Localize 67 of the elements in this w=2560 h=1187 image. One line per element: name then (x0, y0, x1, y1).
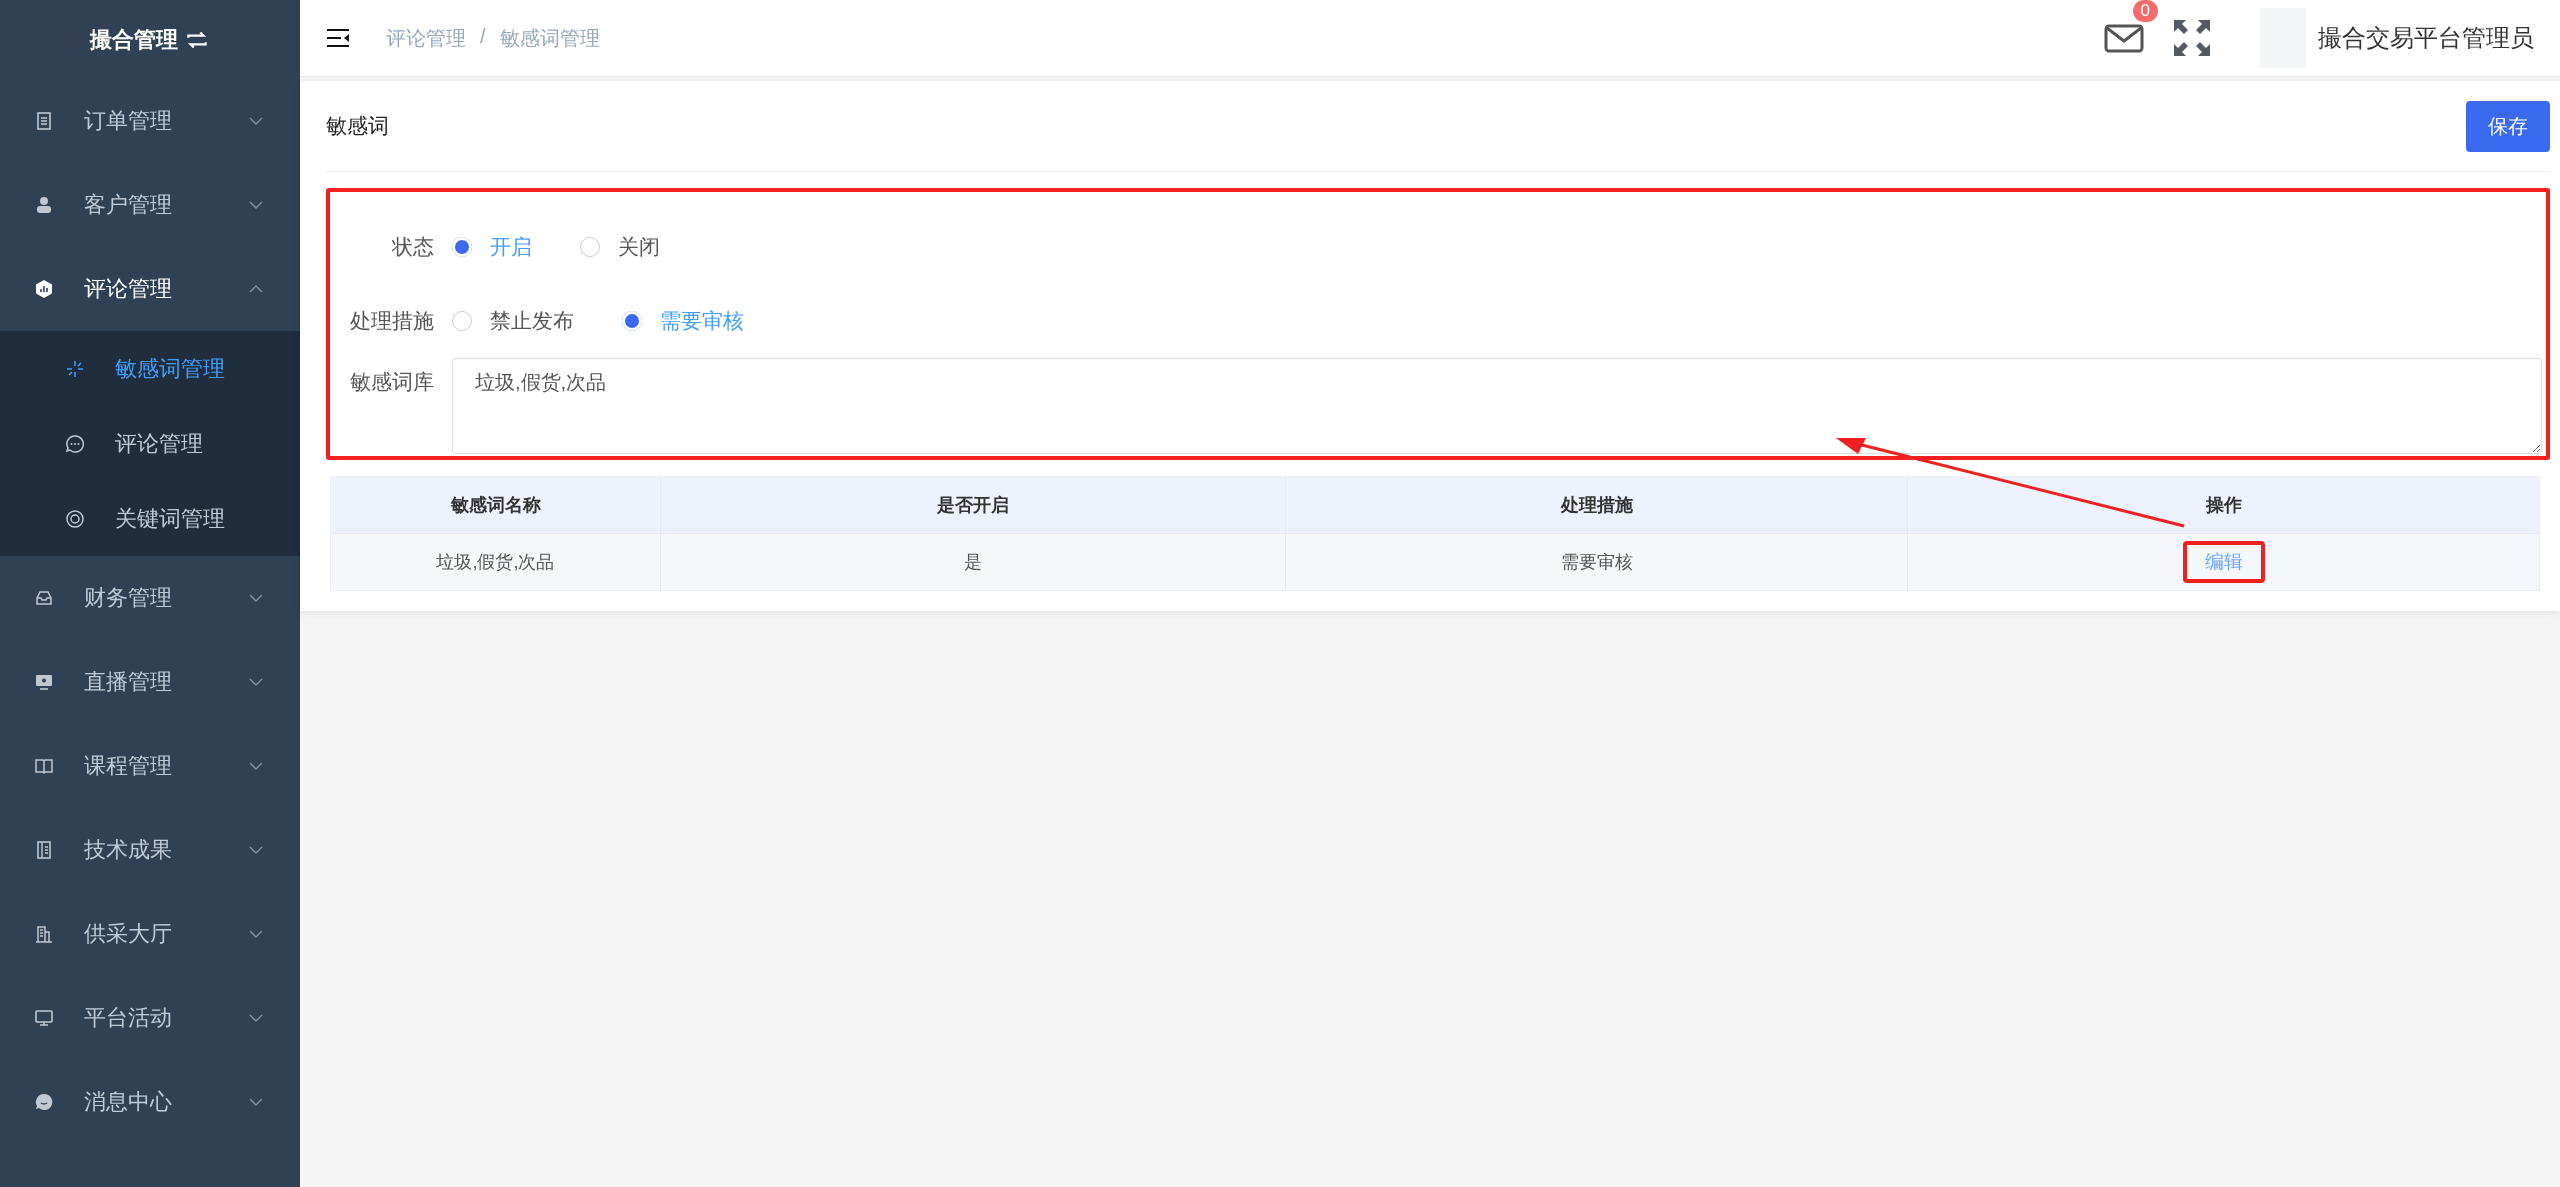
menu-label: 供采大厅 (84, 920, 173, 948)
book-icon (34, 756, 54, 776)
chevron-down-icon (248, 200, 264, 210)
radio-option[interactable]: 关闭 (580, 233, 660, 261)
table-cell: 垃圾,假货,次品 (331, 534, 661, 590)
document-icon (34, 111, 54, 131)
submenu-item[interactable]: 关键词管理 (0, 481, 300, 556)
fullscreen-icon[interactable] (2172, 18, 2212, 58)
submenu-label: 评论管理 (115, 429, 203, 458)
user-name[interactable]: 撮合交易平台管理员 (2318, 22, 2534, 54)
chevron-down-icon (248, 761, 264, 771)
submenu-label: 敏感词管理 (115, 354, 225, 383)
table-cell: 是 (661, 534, 1286, 590)
menu-item[interactable]: 财务管理 (0, 556, 300, 640)
menu-item[interactable]: 直播管理 (0, 640, 300, 724)
chart-icon (34, 279, 54, 299)
chevron-down-icon (248, 1013, 264, 1023)
ring-icon (65, 508, 85, 529)
save-button[interactable]: 保存 (2466, 100, 2550, 152)
menu-item[interactable]: 技术成果 (0, 808, 300, 892)
text-area[interactable]: 垃圾,假货,次品 (452, 358, 2542, 454)
menu-item[interactable]: 评论管理 (0, 247, 300, 331)
chevron-down-icon (248, 116, 264, 126)
menu-item[interactable]: 消息中心 (0, 1060, 300, 1144)
breadcrumb-separator: / (480, 24, 486, 49)
sparkle-icon (65, 358, 85, 379)
screen-icon (34, 672, 54, 692)
chevron-down-icon (248, 845, 264, 855)
form-label: 敏感词库 (349, 369, 435, 395)
menu-label: 评论管理 (84, 275, 173, 303)
chevron-up-icon (248, 284, 264, 294)
menu-item[interactable]: 供采大厅 (0, 892, 300, 976)
chevron-down-icon (248, 1097, 264, 1107)
monitor-icon (34, 1008, 54, 1028)
menu-label: 技术成果 (84, 836, 173, 864)
menu-label: 订单管理 (84, 107, 173, 135)
sidebar-title: 撮合管理 (90, 25, 178, 54)
mail-icon[interactable] (2104, 22, 2144, 54)
radio-option[interactable]: 禁止发布 (452, 307, 574, 335)
chevron-down-icon (248, 677, 264, 687)
user-icon (34, 195, 54, 215)
menu-label: 客户管理 (84, 191, 173, 219)
menu-label: 财务管理 (84, 584, 173, 612)
menu-item[interactable]: 订单管理 (0, 79, 300, 163)
menu-label: 平台活动 (84, 1004, 173, 1032)
submenu-item[interactable]: 敏感词管理 (0, 331, 300, 406)
menu-icon[interactable] (326, 28, 350, 48)
menu-label: 课程管理 (84, 752, 173, 780)
form-label: 状态 (391, 234, 435, 260)
form-label: 处理措施 (349, 308, 435, 334)
menu-item[interactable]: 课程管理 (0, 724, 300, 808)
building-icon (34, 924, 54, 944)
card-title: 敏感词 (326, 113, 389, 139)
chat-icon (34, 1092, 54, 1112)
submenu-item[interactable]: 评论管理 (0, 406, 300, 481)
chevron-down-icon (248, 593, 264, 603)
list-icon (34, 840, 54, 860)
chat-bubble-icon (65, 433, 85, 454)
menu-label: 直播管理 (84, 668, 173, 696)
submenu-label: 关键词管理 (115, 504, 225, 533)
menu-item[interactable]: 客户管理 (0, 163, 300, 247)
menu-label: 消息中心 (84, 1088, 173, 1116)
notification-badge: 0 (2132, 0, 2158, 22)
menu-item[interactable]: 平台活动 (0, 976, 300, 1060)
chevron-down-icon (248, 929, 264, 939)
inbox-icon (34, 588, 54, 608)
table-cell: 需要审核 (1286, 534, 1908, 590)
